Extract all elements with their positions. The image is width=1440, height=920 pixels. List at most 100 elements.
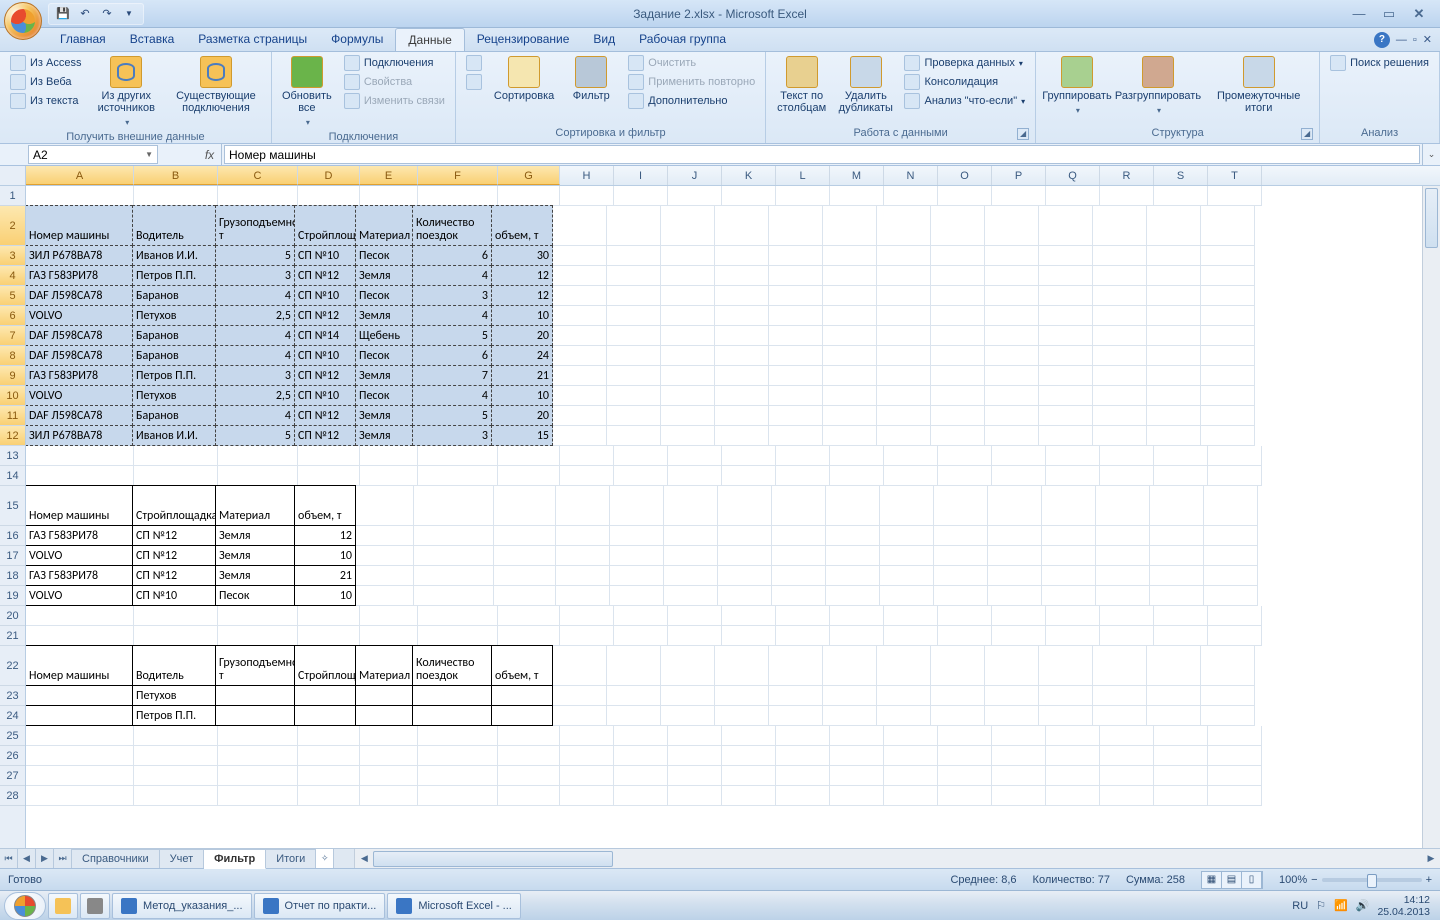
cell[interactable] — [1204, 486, 1258, 526]
cell[interactable] — [607, 286, 661, 306]
cell[interactable] — [1042, 586, 1096, 606]
row-header[interactable]: 22 — [0, 646, 25, 686]
cell[interactable] — [1100, 746, 1154, 766]
cell[interactable] — [1100, 186, 1154, 206]
row-header[interactable]: 24 — [0, 706, 25, 726]
cell[interactable] — [553, 346, 607, 366]
cell[interactable] — [985, 326, 1039, 346]
cell[interactable] — [877, 306, 931, 326]
cell[interactable] — [1039, 246, 1093, 266]
connections-button[interactable]: Подключения — [340, 54, 449, 72]
column-header[interactable]: N — [884, 166, 938, 185]
cell[interactable] — [1147, 366, 1201, 386]
cell[interactable] — [1150, 586, 1204, 606]
cell[interactable] — [722, 746, 776, 766]
cell[interactable] — [556, 486, 610, 526]
cell[interactable] — [1039, 646, 1093, 686]
zoom-slider[interactable] — [1322, 878, 1422, 882]
cell[interactable] — [1093, 286, 1147, 306]
cell[interactable] — [823, 206, 877, 246]
cell[interactable] — [931, 686, 985, 706]
dialog-launcher-icon[interactable]: ◢ — [1301, 128, 1313, 140]
cell[interactable] — [1204, 586, 1258, 606]
cell[interactable]: 24 — [491, 345, 553, 366]
cell[interactable] — [553, 206, 607, 246]
cell[interactable] — [560, 626, 614, 646]
cell[interactable] — [1147, 386, 1201, 406]
cell[interactable]: 21 — [491, 365, 553, 386]
row-header[interactable]: 3 — [0, 246, 25, 266]
cell[interactable] — [830, 726, 884, 746]
cell[interactable] — [884, 726, 938, 746]
cell[interactable]: Баранов — [132, 345, 216, 366]
column-header[interactable]: E — [360, 166, 418, 185]
row-header[interactable]: 11 — [0, 406, 25, 426]
cell[interactable]: ГАЗ Г583РИ78 — [26, 525, 133, 546]
cell[interactable] — [823, 426, 877, 446]
cell[interactable] — [553, 306, 607, 326]
cell[interactable] — [1100, 466, 1154, 486]
cell[interactable]: Петров П.П. — [132, 705, 216, 726]
cell[interactable] — [215, 705, 295, 726]
cell[interactable]: Земля — [215, 525, 295, 546]
cell[interactable]: ЗИЛ Р678ВА78 — [26, 245, 133, 266]
cell[interactable] — [1201, 246, 1255, 266]
column-header[interactable]: T — [1208, 166, 1262, 185]
cell[interactable] — [988, 586, 1042, 606]
cells-area[interactable]: Номер машиныВодительГрузоподъемность, тС… — [26, 186, 1422, 848]
cell[interactable] — [1039, 326, 1093, 346]
cell[interactable] — [715, 706, 769, 726]
group-button[interactable]: Группировать — [1042, 54, 1112, 119]
cell[interactable] — [776, 446, 830, 466]
cell[interactable] — [26, 726, 134, 746]
from-other-sources-button[interactable]: Из других источников — [89, 54, 163, 131]
cell[interactable] — [1147, 406, 1201, 426]
cell[interactable] — [498, 606, 560, 626]
cell[interactable] — [776, 726, 830, 746]
zoom-control[interactable]: 100% − + — [1279, 874, 1432, 886]
cell[interactable]: 4 — [412, 305, 492, 326]
cell[interactable] — [934, 526, 988, 546]
cell[interactable] — [826, 566, 880, 586]
cell[interactable] — [560, 766, 614, 786]
qat-dropdown-icon[interactable]: ▼ — [121, 6, 137, 22]
cell[interactable] — [769, 246, 823, 266]
cell[interactable] — [298, 786, 360, 806]
cell[interactable] — [1201, 406, 1255, 426]
cell[interactable] — [360, 606, 418, 626]
cell[interactable] — [1147, 306, 1201, 326]
cell[interactable] — [823, 366, 877, 386]
cell[interactable]: СП №12 — [294, 305, 356, 326]
cell[interactable] — [610, 526, 664, 546]
cell[interactable]: СП №14 — [294, 325, 356, 346]
cell[interactable] — [931, 426, 985, 446]
cell[interactable] — [877, 326, 931, 346]
cell[interactable] — [931, 206, 985, 246]
view-buttons[interactable]: ▦▤▯ — [1201, 871, 1263, 889]
cell[interactable] — [418, 626, 498, 646]
row-header[interactable]: 15 — [0, 486, 25, 526]
cell[interactable] — [1100, 446, 1154, 466]
cell[interactable]: 12 — [294, 525, 356, 546]
dialog-launcher-icon[interactable]: ◢ — [1017, 128, 1029, 140]
column-header[interactable]: R — [1100, 166, 1154, 185]
cell[interactable] — [498, 786, 560, 806]
cell[interactable] — [722, 466, 776, 486]
cell[interactable]: 5 — [412, 325, 492, 346]
row-header[interactable]: 13 — [0, 446, 25, 466]
cell[interactable]: Земля — [355, 365, 413, 386]
cell[interactable]: 4 — [215, 325, 295, 346]
cell[interactable] — [298, 466, 360, 486]
cell[interactable] — [1154, 606, 1208, 626]
first-sheet-icon[interactable]: ⏮ — [0, 849, 18, 868]
cell[interactable] — [1147, 266, 1201, 286]
cell[interactable] — [360, 626, 418, 646]
cell[interactable] — [1039, 306, 1093, 326]
cell[interactable] — [772, 486, 826, 526]
cell[interactable] — [992, 446, 1046, 466]
cell[interactable]: СП №10 — [294, 345, 356, 366]
cell[interactable]: ГАЗ Г583РИ78 — [26, 365, 133, 386]
cell[interactable] — [553, 646, 607, 686]
cell[interactable] — [877, 426, 931, 446]
solver-button[interactable]: Поиск решения — [1326, 54, 1433, 72]
